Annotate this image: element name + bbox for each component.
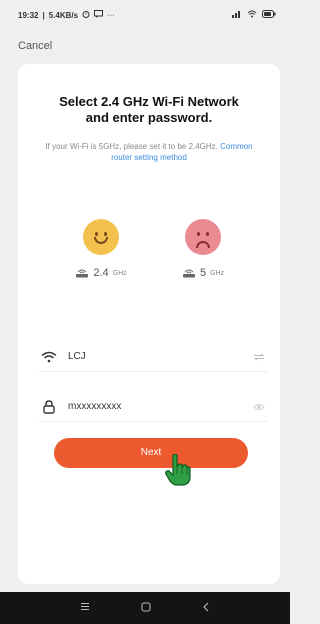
band-5-unit: GHz [210, 269, 225, 277]
switch-network-icon[interactable] [250, 352, 268, 361]
battery-icon [262, 10, 276, 20]
page-title: Select 2.4 GHz Wi-Fi Network and enter p… [18, 94, 280, 126]
subtitle-text: If your Wi-Fi is 5GHz, please set it to … [45, 142, 218, 151]
hand-pointer-icon [165, 453, 191, 491]
more-notifications-icon: ··· [107, 10, 116, 20]
band-5ghz: 5 GHz [173, 219, 233, 279]
eye-icon[interactable] [250, 403, 268, 411]
alarm-icon [82, 10, 90, 20]
band-2-4-value: 2.4 [93, 267, 109, 279]
wifi-network-field[interactable]: LCJ [38, 342, 268, 372]
sad-face-icon [185, 219, 221, 255]
status-left: 19:32 | 5.4KB/s ··· [18, 10, 115, 20]
status-time: 19:32 [18, 10, 39, 20]
band-5-value: 5 [199, 267, 207, 279]
band-2-4-unit: GHz [112, 269, 127, 277]
status-bar: 19:32 | 5.4KB/s ··· [0, 0, 290, 30]
status-right [232, 10, 276, 20]
router-icon [182, 268, 196, 278]
password-field[interactable]: mxxxxxxxxx [38, 392, 268, 422]
status-divider: | [42, 10, 45, 20]
password-value: mxxxxxxxxx [68, 401, 122, 412]
status-speed: 5.4KB/s [48, 10, 79, 20]
next-button[interactable]: Next [54, 438, 248, 468]
lock-icon [38, 399, 60, 414]
back-icon[interactable] [202, 602, 210, 615]
menu-icon[interactable] [80, 602, 90, 614]
band-2-4ghz: 2.4 GHz [71, 219, 131, 279]
wifi-icon [38, 351, 60, 363]
subtitle: If your Wi-Fi is 5GHz, please set it to … [38, 141, 260, 163]
navigation-bar [0, 592, 290, 624]
signal-icon [232, 10, 242, 20]
wifi-status-icon [247, 10, 257, 20]
title-line-2: and enter password. [85, 110, 213, 125]
band-5ghz-label: 5 GHz [173, 267, 233, 279]
happy-face-icon [83, 219, 119, 255]
router-icon [75, 268, 89, 278]
wifi-network-name: LCJ [68, 351, 86, 362]
band-2-4ghz-label: 2.4 GHz [71, 267, 131, 279]
title-line-1: Select 2.4 GHz Wi-Fi Network [59, 94, 239, 109]
wifi-setup-card: Select 2.4 GHz Wi-Fi Network and enter p… [18, 64, 280, 584]
cancel-button[interactable]: Cancel [18, 40, 52, 52]
message-icon [94, 10, 104, 20]
home-icon[interactable] [141, 602, 151, 615]
